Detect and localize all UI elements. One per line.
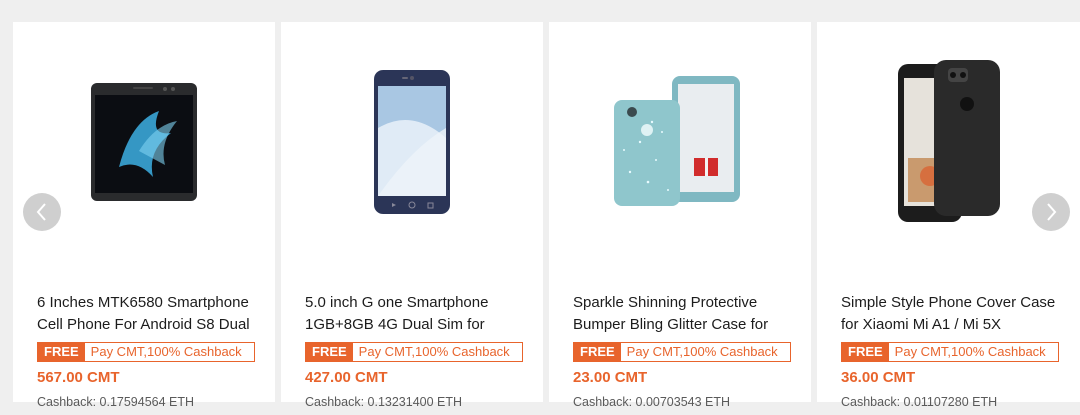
product-title[interactable]: 5.0 inch G one Smartphone 1GB+8GB 4G Dua… (305, 292, 525, 336)
cashback-amount: Cashback: 0.01107280 ETH (841, 395, 998, 409)
free-label: FREE (574, 343, 621, 361)
smartphone-blue-image (374, 70, 450, 214)
product-price: 427.00 CMT (305, 369, 388, 386)
free-label: FREE (38, 343, 85, 361)
product-title[interactable]: 6 Inches MTK6580 Smartphone Cell Phone F… (37, 292, 257, 336)
cashback-amount: Cashback: 0.13231400 ETH (305, 395, 463, 409)
promo-text: Pay CMT,100% Cashback (626, 344, 778, 359)
promo-text: Pay CMT,100% Cashback (894, 344, 1046, 359)
product-image[interactable] (549, 22, 811, 262)
cashback-amount: Cashback: 0.17594564 ETH (37, 395, 195, 409)
carousel-prev-button[interactable] (23, 193, 61, 231)
smartphone-black-image (91, 83, 197, 201)
product-card[interactable]: Sparkle Shinning Protective Bumper Bling… (549, 22, 811, 409)
product-price: 567.00 CMT (37, 369, 120, 386)
free-label: FREE (842, 343, 889, 361)
product-title[interactable]: Sparkle Shinning Protective Bumper Bling… (573, 292, 793, 336)
cashback-promo-badge: FREE Pay CMT,100% Cashback (841, 342, 1059, 362)
product-price: 23.00 CMT (573, 369, 648, 386)
product-image[interactable] (281, 22, 543, 262)
carousel-next-button[interactable] (1032, 193, 1070, 231)
chevron-right-icon (1047, 203, 1057, 221)
chevron-left-icon (36, 203, 46, 221)
free-label: FREE (306, 343, 353, 361)
product-card[interactable]: 5.0 inch G one Smartphone 1GB+8GB 4G Dua… (281, 22, 543, 409)
product-title[interactable]: Simple Style Phone Cover Case for Xiaomi… (841, 292, 1062, 336)
glitter-case-image (614, 76, 740, 206)
product-price: 36.00 CMT (841, 369, 916, 386)
promo-text: Pay CMT,100% Cashback (358, 344, 510, 359)
cashback-amount: Cashback: 0.00703543 ETH (573, 395, 731, 409)
phone-cover-case-image (897, 60, 1000, 222)
cashback-promo-badge: FREE Pay CMT,100% Cashback (305, 342, 523, 362)
cashback-promo-badge: FREE Pay CMT,100% Cashback (37, 342, 255, 362)
promo-text: Pay CMT,100% Cashback (90, 344, 242, 359)
product-carousel: 6 Inches MTK6580 Smartphone Cell Phone F… (0, 0, 1080, 415)
cashback-promo-badge: FREE Pay CMT,100% Cashback (573, 342, 791, 362)
